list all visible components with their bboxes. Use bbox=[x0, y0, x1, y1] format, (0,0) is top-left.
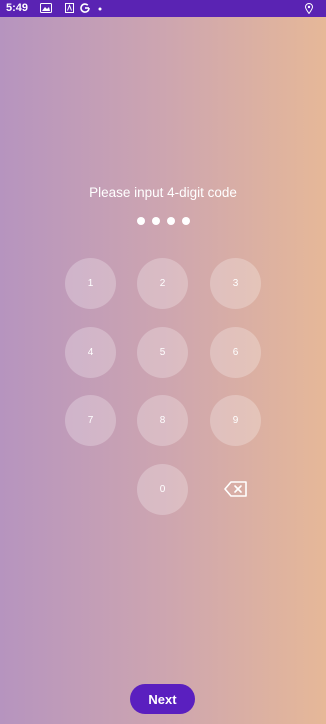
key-3[interactable]: 3 bbox=[210, 258, 261, 309]
key-8[interactable]: 8 bbox=[137, 395, 188, 446]
key-4[interactable]: 4 bbox=[65, 327, 116, 378]
status-bar: 5:49 bbox=[0, 0, 326, 17]
code-dot bbox=[166, 217, 175, 225]
key-1[interactable]: 1 bbox=[65, 258, 116, 309]
code-prompt: Please input 4-digit code bbox=[89, 185, 237, 200]
code-dot bbox=[151, 217, 160, 225]
google-icon bbox=[80, 3, 90, 13]
gallery-icon bbox=[40, 3, 52, 13]
status-time: 5:49 bbox=[6, 2, 29, 14]
key-5[interactable]: 5 bbox=[137, 327, 188, 378]
key-0[interactable]: 0 bbox=[137, 464, 188, 515]
code-dot bbox=[181, 217, 190, 225]
key-9[interactable]: 9 bbox=[210, 395, 261, 446]
notification-dot-icon bbox=[98, 7, 102, 11]
key-6[interactable]: 6 bbox=[210, 327, 261, 378]
code-indicator bbox=[0, 217, 326, 225]
next-button[interactable]: Next bbox=[130, 684, 195, 714]
backspace-icon[interactable] bbox=[224, 480, 248, 498]
key-7[interactable]: 7 bbox=[65, 395, 116, 446]
key-2[interactable]: 2 bbox=[137, 258, 188, 309]
location-icon bbox=[305, 3, 313, 14]
document-icon bbox=[65, 3, 74, 13]
code-dot bbox=[136, 217, 145, 225]
